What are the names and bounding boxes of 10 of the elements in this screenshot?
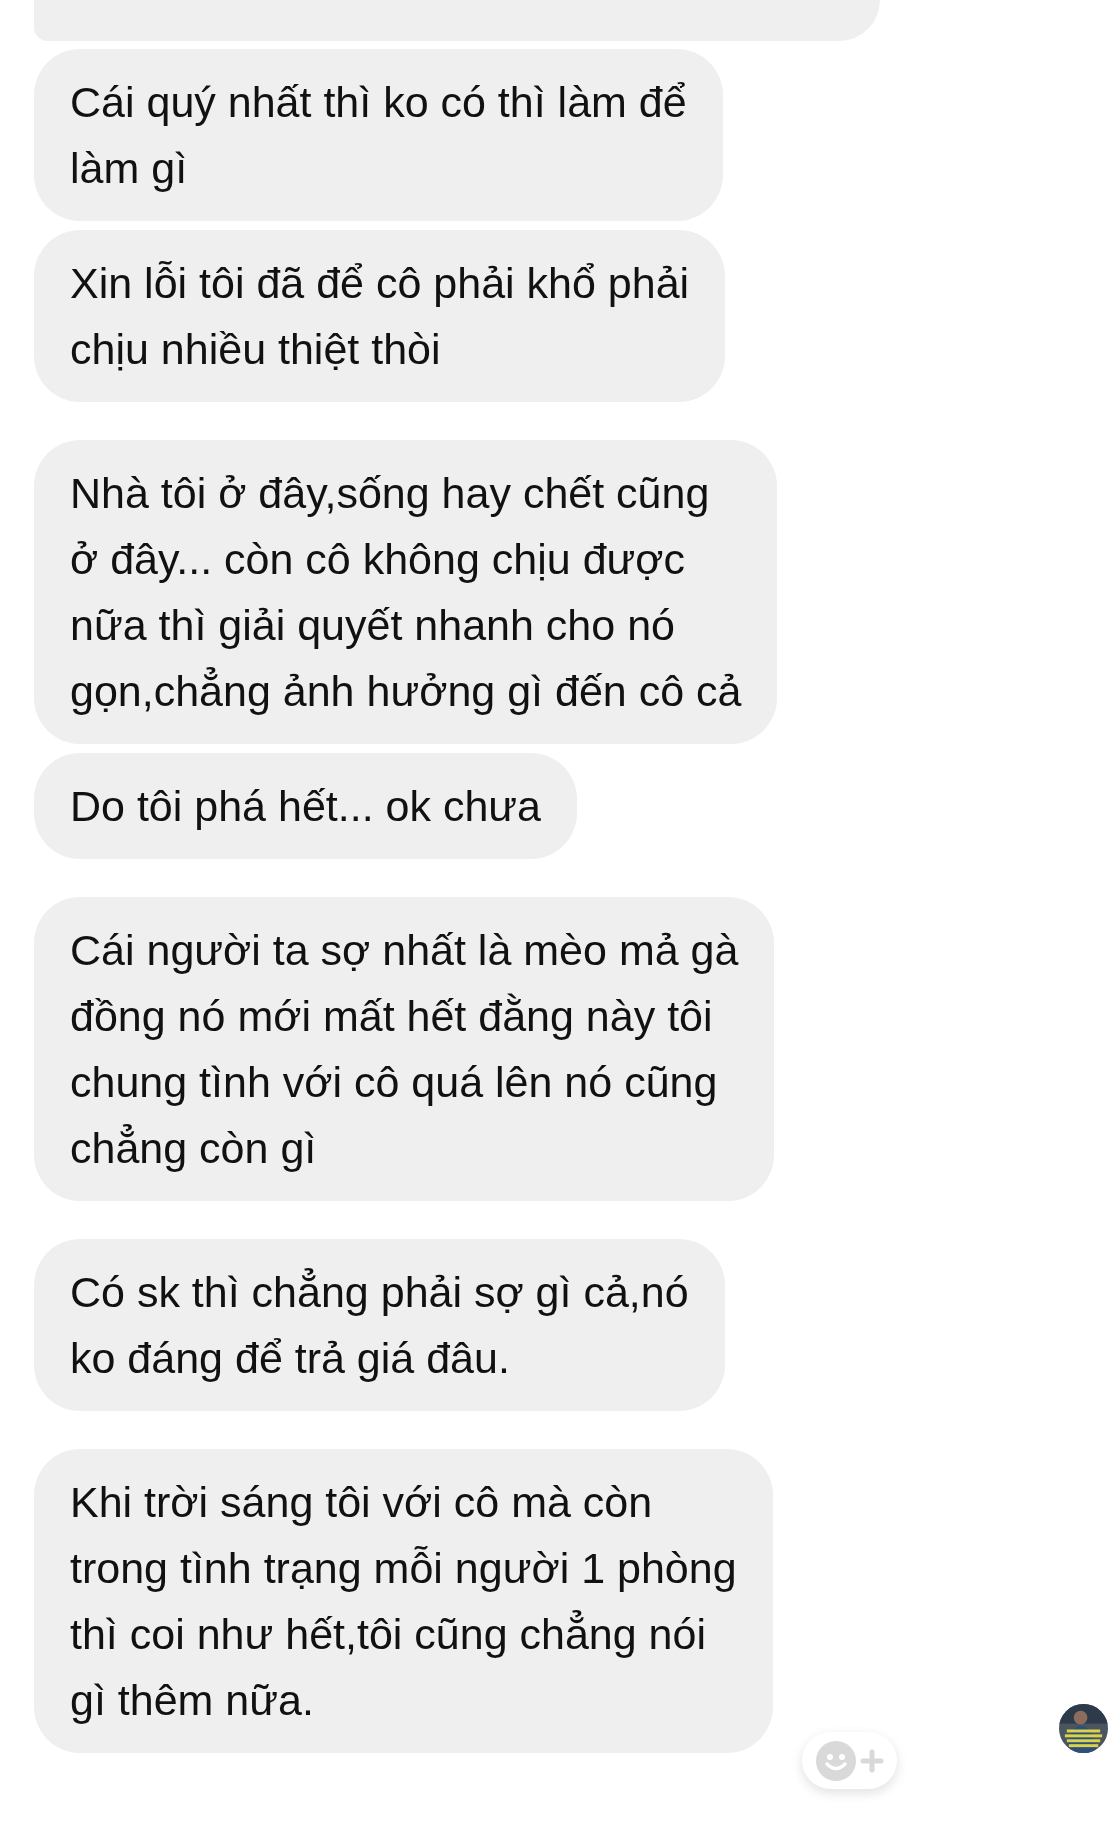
message-bubble: Cái người ta sợ nhất là mèo mả gà đồng nó mới mất hết đằng này tôi chung tình với cô quá lên nó cũng chẳng còn gì [34, 897, 775, 1201]
message-bubble: Nhà tôi ở đây,sống hay chết cũng ở đây... còn cô không chịu được nữa thì giải quyết nhanh cho nó gọn,chẳng ảnh hưởng gì đến cô cả [34, 440, 778, 744]
plus-icon [859, 1748, 884, 1773]
add-reaction-button[interactable] [802, 1732, 897, 1789]
message-bubble: Do tôi phá hết... ok chưa [34, 753, 577, 859]
message-bubble: Khi trời sáng tôi với cô mà còn trong tình trạng mỗi người 1 phòng thì coi như hết,tôi cũng chẳng nói gì thêm nữa. [34, 1449, 773, 1753]
message-bubble: Cái quý nhất thì ko có thì làm để làm gì [34, 49, 723, 221]
message-bubble: Có sk thì chẳng phải sợ gì cả,nó ko đáng để trả giá đâu. [34, 1239, 725, 1411]
smiley-icon [815, 1740, 856, 1781]
message-bubble: Xin lỗi tôi đã để cô phải khổ phải chịu nhiều thiệt thòi [34, 230, 726, 402]
